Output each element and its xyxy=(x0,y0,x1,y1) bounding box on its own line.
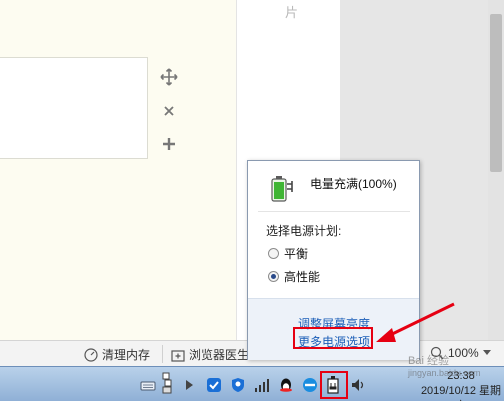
clock-date: 2019/10/12 星期六 xyxy=(420,385,502,401)
close-icon[interactable] xyxy=(160,102,178,120)
browser-icon[interactable] xyxy=(302,377,318,393)
signal-icon[interactable] xyxy=(254,377,270,393)
clean-memory-button[interactable]: 清理内存 xyxy=(84,346,150,363)
popup-divider xyxy=(258,211,410,212)
plan-option-balanced[interactable]: 平衡 xyxy=(268,245,308,262)
ime-icon[interactable] xyxy=(160,372,176,394)
battery-full-icon xyxy=(270,173,296,208)
battery-status: 电量充满(100%) xyxy=(310,177,397,191)
keyboard-icon[interactable] xyxy=(140,377,156,393)
balanced-label: 平衡 xyxy=(284,247,309,261)
clean-memory-label: 清理内存 xyxy=(102,348,151,362)
security-icon[interactable] xyxy=(206,377,222,393)
high-performance-radio[interactable] xyxy=(268,271,279,282)
arrow-tray-icon[interactable] xyxy=(183,377,199,393)
medkit-icon xyxy=(171,349,185,362)
watermark-url: jingyan.baidu.com xyxy=(408,368,481,378)
browser-doctor-label: 浏览器医生 xyxy=(189,348,250,362)
page-char: 片 xyxy=(285,5,299,20)
plan-heading: 选择电源计划: xyxy=(266,224,342,238)
document-canvas xyxy=(0,0,236,340)
add-icon[interactable] xyxy=(160,135,178,153)
browser-doctor-button[interactable]: 浏览器医生 xyxy=(171,346,249,363)
chevron-down-icon xyxy=(482,350,491,355)
content-block[interactable] xyxy=(0,57,148,159)
scrollbar-thumb[interactable] xyxy=(490,14,502,172)
watermark: Bai 经验 jingyan.baidu.com xyxy=(408,352,481,378)
plan-option-high-performance[interactable]: 高性能 xyxy=(268,268,320,285)
more-options-highlight xyxy=(293,327,373,349)
annotation-arrow xyxy=(370,300,460,355)
qq-icon[interactable] xyxy=(278,377,294,393)
volume-icon[interactable] xyxy=(350,377,366,393)
watermark-title: Bai 经验 xyxy=(408,355,449,367)
balanced-radio[interactable] xyxy=(268,248,279,259)
status-divider xyxy=(162,345,163,363)
shield-icon[interactable] xyxy=(230,377,246,393)
gauge-icon xyxy=(84,347,98,362)
move-icon[interactable] xyxy=(160,68,178,86)
high-performance-label: 高性能 xyxy=(284,270,321,284)
battery-icon-highlight xyxy=(320,371,348,399)
